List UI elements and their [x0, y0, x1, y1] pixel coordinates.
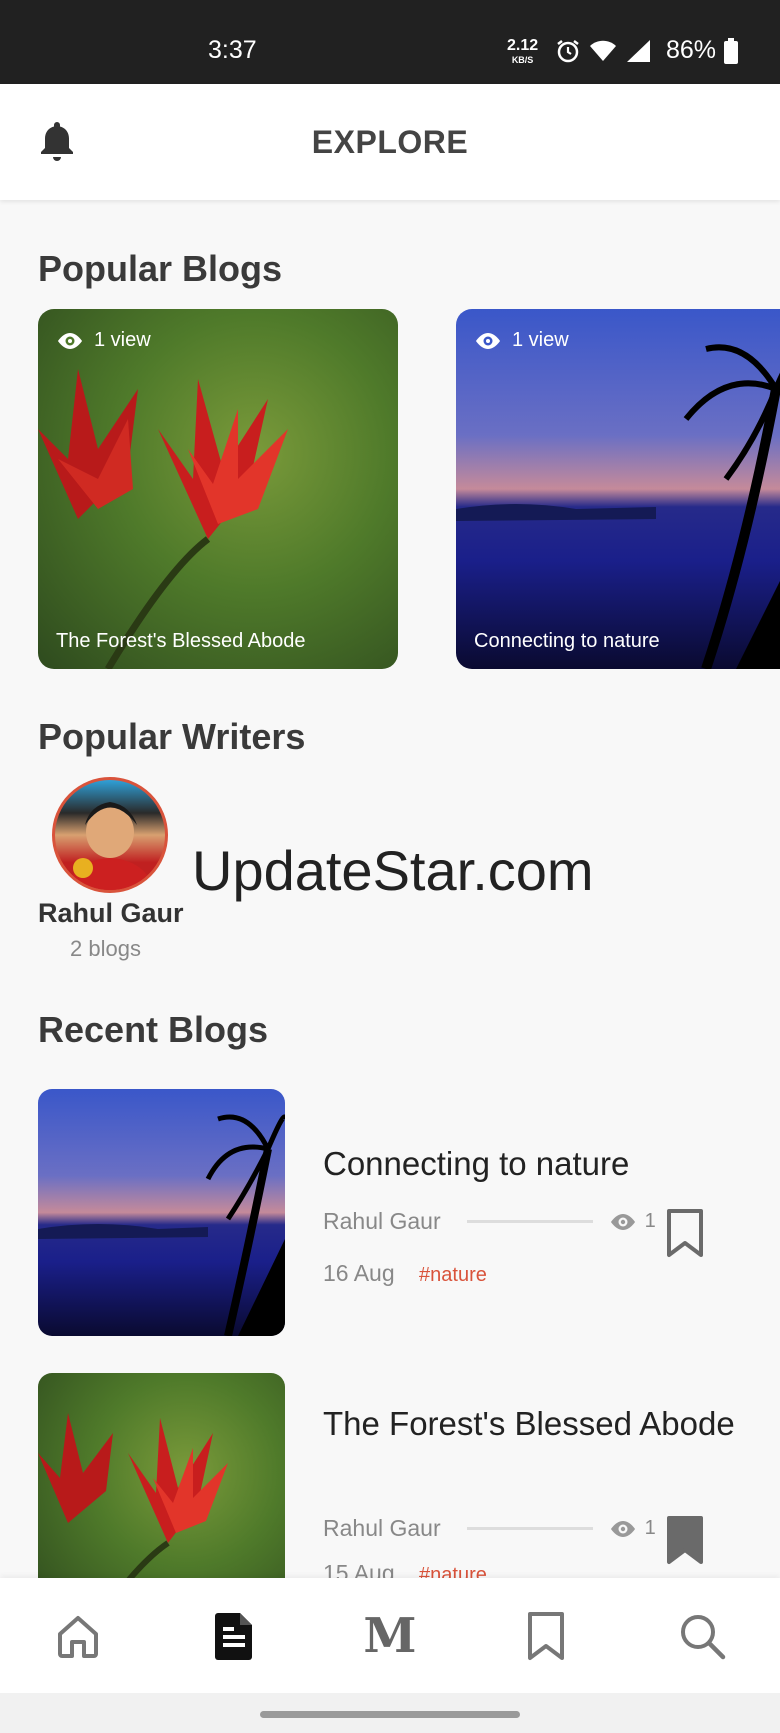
- avatar-photo: [65, 802, 155, 890]
- eye-icon: [610, 1520, 635, 1537]
- gesture-area: [0, 1693, 780, 1733]
- battery-percent: 86%: [666, 36, 717, 64]
- recent-blog-thumbnail[interactable]: [38, 1089, 285, 1336]
- recent-blog-date-row: 16 Aug #nature: [323, 1260, 487, 1287]
- battery-icon: [724, 38, 738, 64]
- alarm-icon: [557, 40, 579, 63]
- popular-blog-card[interactable]: 1 view The Forest's Blessed Abode: [38, 309, 398, 669]
- status-time: 3:37: [208, 36, 257, 64]
- bookmark-filled-icon[interactable]: [665, 1515, 705, 1565]
- recent-blog-title[interactable]: The Forest's Blessed Abode: [323, 1400, 743, 1447]
- meta-divider: [466, 1220, 593, 1223]
- eye-icon: [610, 1213, 635, 1230]
- recent-blogs-heading: Recent Blogs: [38, 1009, 269, 1050]
- recent-blog-meta: Rahul Gaur 1: [323, 1515, 656, 1542]
- document-icon: [215, 1613, 252, 1660]
- nav-blogs[interactable]: [206, 1608, 262, 1664]
- bookmark-outline-icon[interactable]: [665, 1208, 705, 1258]
- recent-blog-tag[interactable]: #nature: [419, 1264, 487, 1286]
- nav-home[interactable]: [50, 1608, 106, 1664]
- writer-name[interactable]: Rahul Gaur: [38, 898, 184, 929]
- recent-blog-meta: Rahul Gaur 1: [323, 1208, 656, 1235]
- card-views: 1 view: [56, 329, 151, 352]
- network-speed-unit: KB/S: [511, 55, 534, 65]
- status-icons: [555, 38, 651, 64]
- recent-blog-views: 1: [609, 1517, 656, 1540]
- home-gesture-bar[interactable]: [260, 1711, 520, 1718]
- writer-blog-count: 2 blogs: [70, 936, 141, 961]
- search-icon: [681, 1615, 726, 1660]
- recent-blog-views-count: 1: [644, 1517, 656, 1539]
- eye-icon: [476, 332, 500, 349]
- card-title: Connecting to nature: [474, 630, 660, 652]
- card-views-label: 1 view: [512, 329, 569, 351]
- meta-divider: [466, 1527, 593, 1530]
- wifi-icon: [590, 40, 616, 61]
- eye-icon: [58, 332, 82, 349]
- nav-bookmarks[interactable]: [518, 1608, 574, 1664]
- status-bar: 3:37 2.12 KB/S 86%: [0, 0, 780, 84]
- writer-avatar[interactable]: [52, 777, 168, 893]
- bookmark-icon: [528, 1612, 564, 1660]
- recent-blog-title[interactable]: Connecting to nature: [323, 1140, 743, 1187]
- sea-image: [456, 344, 780, 669]
- signal-icon: [627, 40, 650, 62]
- home-icon: [58, 1616, 98, 1658]
- card-views: 1 view: [474, 329, 569, 352]
- sea-image: [38, 1114, 285, 1336]
- popular-writers-heading: Popular Writers: [38, 716, 306, 757]
- bottom-nav: M: [0, 1578, 780, 1693]
- recent-blog-date: 16 Aug: [323, 1260, 395, 1286]
- m-logo-icon: M: [363, 1608, 417, 1664]
- card-title: The Forest's Blessed Abode: [56, 630, 306, 652]
- network-speed: 2.12 KB/S: [507, 38, 538, 68]
- recent-blog-views: 1: [609, 1210, 656, 1233]
- recent-blog-author: Rahul Gaur: [323, 1515, 441, 1541]
- card-views-label: 1 view: [94, 329, 151, 351]
- flower-image: [38, 369, 288, 669]
- page-title: EXPLORE: [311, 124, 469, 160]
- recent-blog-views-count: 1: [644, 1210, 656, 1232]
- popular-blogs-heading: Popular Blogs: [38, 248, 283, 289]
- app-bar: EXPLORE: [0, 84, 780, 200]
- watermark: UpdateStar.com: [192, 839, 594, 902]
- popular-blog-card[interactable]: 1 view Connecting to nature: [456, 309, 780, 669]
- recent-blog-author: Rahul Gaur: [323, 1208, 441, 1234]
- nav-search[interactable]: [674, 1608, 730, 1664]
- nav-m[interactable]: M: [362, 1608, 418, 1664]
- network-speed-value: 2.12: [507, 37, 539, 54]
